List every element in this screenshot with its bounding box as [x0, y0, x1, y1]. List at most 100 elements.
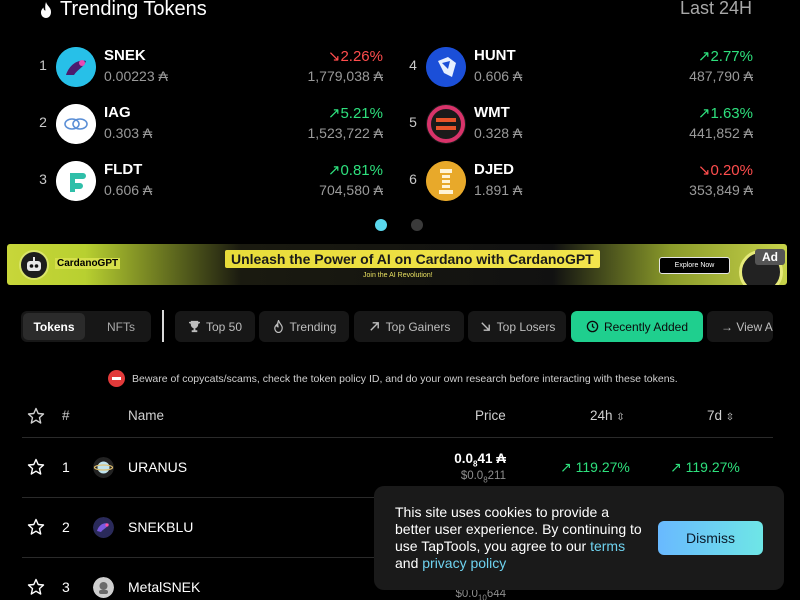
token-price: 1.891 ₳ — [474, 182, 523, 198]
warning-icon — [108, 370, 125, 387]
cookie-and: and — [395, 555, 419, 571]
period-label[interactable]: Last 24H — [680, 0, 752, 19]
header-7d[interactable]: 7d ⇳ — [707, 408, 734, 423]
token-change: ↗1.63% — [697, 105, 753, 122]
row-rank: 2 — [62, 519, 70, 535]
row-usd-zeros: 10 — [477, 593, 487, 600]
token-rank: 3 — [39, 171, 47, 187]
terms-link[interactable]: terms — [590, 538, 625, 554]
trending-header: Trending Tokens Last 24H — [38, 0, 758, 22]
token-volume: 1,523,722 ₳ — [307, 125, 383, 141]
header-name[interactable]: Name — [128, 408, 164, 423]
token-volume: 487,790 ₳ — [689, 68, 753, 84]
filter-label: → View A — [721, 319, 773, 334]
filter-label: Top Losers — [496, 319, 556, 334]
token-symbol: IAG — [104, 104, 131, 121]
row-token-name[interactable]: MetalSNEK — [128, 579, 200, 595]
metalsnek-logo-icon — [93, 577, 114, 598]
token-price: 0.00223 ₳ — [104, 68, 168, 84]
token-rank: 4 — [409, 57, 417, 73]
trending-token[interactable]: 5 WMT 0.328 ₳ ↗1.63% 441,852 ₳ — [408, 102, 753, 146]
trophy-icon — [188, 320, 201, 333]
trending-token[interactable]: 2 IAG 0.303 ₳ ↗5.21% 1,523,722 ₳ — [38, 102, 383, 146]
trending-token[interactable]: 4 HUNT 0.606 ₳ ↗2.77% 487,790 ₳ — [408, 45, 753, 89]
row-token-name[interactable]: SNEKBLU — [128, 519, 193, 535]
row-price-tail: 41 ₳ — [477, 451, 506, 466]
row-price-main: 0.0 — [454, 451, 474, 466]
token-volume: 704,580 ₳ — [319, 182, 383, 198]
token-price: 0.303 ₳ — [104, 125, 153, 141]
carousel-pagination — [375, 219, 423, 231]
header-24h[interactable]: 24h ⇳ — [590, 408, 625, 423]
wmt-logo-icon — [426, 104, 466, 144]
uranus-logo-icon — [93, 457, 114, 478]
token-symbol: WMT — [474, 104, 510, 121]
trending-token[interactable]: 1 SNEK 0.00223 ₳ ↘2.26% 1,779,038 ₳ — [38, 45, 383, 89]
token-rank: 5 — [409, 114, 417, 130]
token-change: ↘2.26% — [327, 48, 383, 65]
iag-logo-icon — [56, 104, 96, 144]
tab-tokens[interactable]: Tokens — [23, 313, 85, 340]
filter-trending[interactable]: Trending — [259, 311, 349, 342]
trending-token[interactable]: 6 DJED 1.891 ₳ ↘0.20% 353,849 ₳ — [408, 159, 753, 203]
row-price: 0.0841 ₳ — [454, 451, 506, 469]
row-24h-change: ↗ 119.27% — [560, 459, 630, 475]
filter-label: Top Gainers — [385, 319, 451, 334]
cookie-text: This site uses cookies to provide a bett… — [395, 504, 645, 572]
filter-label: Recently Added — [603, 319, 689, 334]
ad-tag: Ad — [755, 249, 785, 265]
sort-icon: ⇳ — [725, 412, 735, 423]
clock-icon — [586, 320, 599, 333]
token-change: ↗5.21% — [327, 105, 383, 122]
star-icon[interactable] — [27, 458, 45, 476]
hunt-logo-icon — [426, 47, 466, 87]
tab-nfts[interactable]: NFTs — [93, 313, 149, 340]
token-symbol: HUNT — [474, 47, 516, 64]
divider — [162, 310, 164, 342]
flame-icon — [273, 320, 283, 333]
explore-now-button[interactable]: Explore Now — [659, 257, 730, 274]
robot-icon — [19, 250, 49, 280]
star-icon[interactable] — [27, 407, 45, 425]
divider — [22, 437, 773, 438]
row-token-name[interactable]: URANUS — [128, 459, 187, 475]
token-change: ↗2.77% — [697, 48, 753, 65]
token-volume: 1,779,038 ₳ — [307, 68, 383, 84]
filter-label: Top 50 — [205, 319, 243, 334]
tokens-nfts-toggle: Tokens NFTs — [21, 311, 151, 342]
carousel-dot[interactable] — [411, 219, 423, 231]
filter-recently-added[interactable]: Recently Added — [571, 311, 703, 342]
row-usd-main: $0.0 — [460, 470, 484, 482]
token-price: 0.606 ₳ — [104, 182, 153, 198]
token-price: 0.328 ₳ — [474, 125, 523, 141]
token-volume: 441,852 ₳ — [689, 125, 753, 141]
row-usd-price: $0.08211 — [461, 470, 506, 484]
star-icon[interactable] — [27, 518, 45, 536]
fldt-logo-icon — [56, 161, 96, 201]
row-rank: 3 — [62, 579, 70, 595]
warning-text: Beware of copycats/scams, check the toke… — [132, 372, 678, 385]
privacy-policy-link[interactable]: privacy policy — [422, 555, 506, 571]
token-price: 0.606 ₳ — [474, 68, 523, 84]
carousel-dot[interactable] — [375, 219, 387, 231]
token-symbol: DJED — [474, 161, 515, 178]
trending-title: Trending Tokens — [38, 0, 207, 21]
filter-top-gainers[interactable]: Top Gainers — [354, 311, 464, 342]
filter-top-50[interactable]: Top 50 — [175, 311, 255, 342]
arrow-up-right-icon — [369, 322, 379, 331]
ad-banner[interactable]: CardanoGPT Unleash the Power of AI on Ca… — [7, 244, 787, 285]
header-24h-label: 24h — [590, 408, 613, 423]
dismiss-button[interactable]: Dismiss — [658, 521, 763, 555]
token-change: ↗0.81% — [327, 162, 383, 179]
trending-title-text: Trending Tokens — [60, 0, 207, 20]
token-volume: 353,849 ₳ — [689, 182, 753, 198]
filter-view-all[interactable]: → View A — [707, 311, 773, 342]
star-icon[interactable] — [27, 578, 45, 596]
row-rank: 1 — [62, 459, 70, 475]
token-symbol: SNEK — [104, 47, 146, 64]
filter-top-losers[interactable]: Top Losers — [468, 311, 566, 342]
flame-icon — [41, 1, 51, 18]
trending-token[interactable]: 3 FLDT 0.606 ₳ ↗0.81% 704,580 ₳ — [38, 159, 383, 203]
token-rank: 2 — [39, 114, 47, 130]
header-price[interactable]: Price — [475, 408, 506, 423]
